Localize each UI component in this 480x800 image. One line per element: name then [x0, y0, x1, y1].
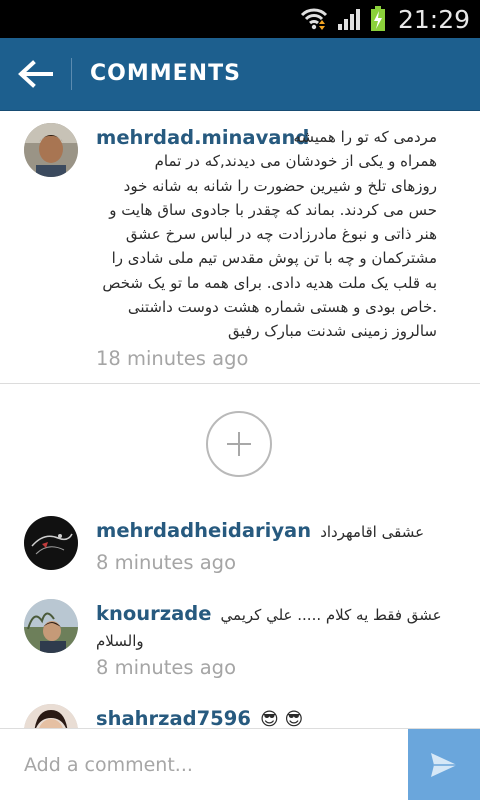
- comment-text: 😎 😎: [259, 709, 304, 728]
- avatar[interactable]: [24, 704, 78, 728]
- comment-text-line: همراه و یکی از خودشان می دیدند,که در تما…: [154, 152, 437, 171]
- comment-text-line: .خاص بودی و هستی شماره هشت دوست داشتنی: [127, 298, 437, 317]
- comment-timestamp: 8 minutes ago: [96, 551, 236, 574]
- page-title: COMMENTS: [90, 61, 241, 86]
- back-arrow-icon: [18, 60, 53, 88]
- comment-input-bar: [0, 728, 480, 800]
- comment-text: مردمی که تو را همیشه همراه و یکی از خودش…: [92, 125, 437, 344]
- comments-list[interactable]: mehrdad.minavand مردمی که تو را همیشه هم…: [0, 110, 480, 728]
- app-bar-divider: [71, 58, 72, 90]
- comment-text-line: روزهای تلخ و شیرین حضورت را شانه به شانه…: [123, 176, 437, 195]
- avatar[interactable]: [24, 599, 78, 653]
- comment-text-line: سالروز زمینی شدنت مبارک رفیق: [228, 322, 437, 341]
- load-more-button[interactable]: [206, 411, 272, 477]
- comment-input[interactable]: [0, 729, 408, 800]
- signal-icon: [337, 9, 360, 30]
- comment-text-line: مردمی که تو را همیشه: [293, 128, 437, 146]
- avatar[interactable]: [24, 516, 78, 570]
- comment-username[interactable]: mehrdadheidariyan: [96, 519, 311, 542]
- send-button[interactable]: [408, 729, 480, 800]
- comment-text-line: هنر ذاتی و نبوغ مادرزادت چه در لباس سرخ …: [125, 225, 437, 244]
- comment-header: shahrzad7596 😎 😎: [96, 707, 456, 728]
- comment-text-line: والسلام: [96, 632, 144, 650]
- divider: [0, 383, 480, 384]
- comment-text: عشقی اقامهرداد: [320, 523, 425, 541]
- comment-username[interactable]: knourzade: [96, 602, 211, 625]
- send-icon: [431, 752, 457, 777]
- comment-timestamp: 18 minutes ago: [96, 347, 249, 370]
- comment-header: mehrdadheidariyan عشقی اقامهرداد: [96, 519, 456, 544]
- status-time: 21:29: [397, 4, 470, 34]
- battery-charging-icon: [370, 6, 385, 31]
- comment-header: knourzade عشق فقط یه کلام ..... علي كريم…: [96, 602, 456, 627]
- status-bar: 21:29: [0, 0, 480, 38]
- comment-username[interactable]: shahrzad7596: [96, 707, 251, 728]
- comment-timestamp: 8 minutes ago: [96, 656, 236, 679]
- app-bar: COMMENTS: [0, 38, 480, 111]
- avatar[interactable]: [24, 123, 78, 177]
- wifi-icon: [300, 8, 328, 30]
- comment-text-line: به قلب یک ملت هدیه دادی. برای همه ما تو …: [102, 273, 437, 292]
- comment-text-line: حس می کردند. بماند که چقدر با جادوی ساق …: [109, 200, 437, 219]
- comment-text-line: مشترکمان و چه با تن پوش مقدس تیم ملی شاد…: [111, 249, 437, 268]
- comment-text: عشق فقط یه کلام ..... علي كريمي: [220, 606, 442, 624]
- status-icons: 21:29: [300, 0, 470, 38]
- back-button[interactable]: [12, 52, 58, 96]
